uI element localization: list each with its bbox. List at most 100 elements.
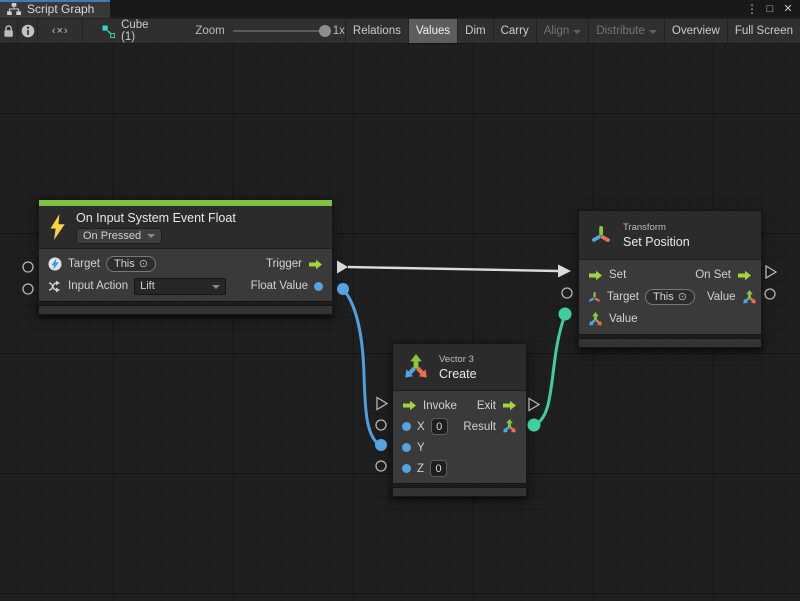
- graph-icon: [7, 3, 21, 15]
- chevron-down-icon: [649, 30, 657, 34]
- setpos-node-header[interactable]: Transform Set Position: [579, 211, 761, 259]
- overview-button[interactable]: Overview: [665, 19, 728, 43]
- tab-script-graph[interactable]: Script Graph: [0, 0, 110, 18]
- port-exit-out[interactable]: [529, 399, 539, 411]
- zoom-value: 1x: [333, 25, 345, 37]
- target-object-field[interactable]: This ⊙: [106, 256, 156, 272]
- window-menu-icon[interactable]: ⋮: [744, 1, 760, 17]
- dim-button[interactable]: Dim: [458, 19, 493, 43]
- port-row-input-action: Input Action Lift Float Value: [39, 275, 332, 297]
- zoom-label: Zoom: [195, 25, 224, 37]
- flow-arrow-icon: [402, 400, 417, 411]
- vector3-icon: [742, 290, 757, 305]
- port-row-set: Set On Set: [579, 264, 761, 286]
- edge-trigger-to-set[interactable]: [348, 267, 558, 271]
- port-event-inputaction-in[interactable]: [23, 284, 33, 294]
- node-title: Set Position: [623, 235, 690, 249]
- chevron-down-icon: [147, 234, 155, 238]
- port-row-y: Y: [393, 437, 526, 458]
- info-icon: [21, 24, 35, 38]
- distribute-button[interactable]: Distribute: [589, 19, 665, 43]
- edge-result-to-value[interactable]: [534, 315, 565, 425]
- script-graph-asset-icon: [102, 25, 115, 38]
- carry-button[interactable]: Carry: [494, 19, 537, 43]
- vec3-node-header[interactable]: Vector 3 Create: [393, 344, 526, 390]
- player-input-icon: [48, 257, 62, 271]
- chevron-down-icon: [212, 285, 220, 289]
- tab-label: Script Graph: [27, 2, 94, 16]
- vector3-icon: [588, 312, 603, 327]
- vec3-node-footer: [392, 487, 527, 497]
- target-object-field[interactable]: This ⊙: [645, 289, 695, 305]
- port-setpos-value-in[interactable]: [559, 308, 572, 321]
- node-vector3-create[interactable]: Vector 3 Create Invoke Exit: [392, 343, 527, 497]
- align-button[interactable]: Align: [537, 19, 590, 43]
- lock-icon: [3, 25, 14, 38]
- vector3-icon: [502, 419, 517, 434]
- port-row-x: X 0 Result: [393, 416, 526, 437]
- float-port-icon: [402, 443, 411, 452]
- edge-floatvalue-to-y[interactable]: [343, 289, 380, 445]
- flow-arrow-icon: [737, 270, 752, 281]
- port-floatvalue-out[interactable]: [337, 283, 349, 295]
- scope-picker-icon[interactable]: ⊙: [139, 259, 148, 270]
- node-title: On Input System Event Float: [76, 211, 236, 225]
- float-port-icon: [402, 464, 411, 473]
- node-on-input-system-event-float[interactable]: On Input System Event Float On Pressed: [38, 199, 333, 315]
- relations-button[interactable]: Relations: [346, 19, 409, 43]
- active-tab-accent: [0, 0, 110, 2]
- input-action-dropdown[interactable]: Lift: [134, 278, 226, 295]
- port-row-target: Target This ⊙ Value: [579, 286, 761, 308]
- graph-reference[interactable]: Cube (1): [102, 19, 149, 43]
- z-value-field[interactable]: 0: [430, 460, 447, 477]
- graph-toolbar: ‹×› Cube (1) Zoom 1x Relations Values Di…: [0, 18, 800, 44]
- node-title: Create: [439, 367, 477, 381]
- zoom-control: Zoom 1x: [195, 19, 345, 43]
- zoom-slider-thumb[interactable]: [319, 25, 331, 37]
- port-event-target-in[interactable]: [23, 262, 33, 272]
- fullscreen-button[interactable]: Full Screen: [728, 19, 800, 43]
- float-port-icon: [314, 282, 323, 291]
- port-value-out[interactable]: [765, 289, 775, 299]
- port-onset-out[interactable]: [766, 266, 776, 278]
- setpos-node-footer: [578, 338, 762, 348]
- code-brackets-icon: ‹×›: [52, 25, 69, 37]
- info-button[interactable]: [18, 19, 38, 43]
- transform-icon: [588, 291, 601, 304]
- flow-arrow-icon: [588, 270, 603, 281]
- event-node-footer: [38, 305, 333, 315]
- port-invoke-in[interactable]: [377, 398, 387, 410]
- window-controls: ⋮ □ ✕: [744, 0, 800, 18]
- script-graph-window: Script Graph ⋮ □ ✕ ‹×›: [0, 0, 800, 601]
- port-row-z: Z 0: [393, 458, 526, 479]
- vector3-icon: [403, 354, 429, 380]
- code-preview-button[interactable]: ‹×›: [38, 19, 83, 43]
- graph-name: Cube (1): [121, 19, 149, 43]
- port-setpos-target-in[interactable]: [562, 288, 572, 298]
- graph-canvas[interactable]: On Input System Event Float On Pressed: [0, 44, 800, 601]
- close-icon[interactable]: ✕: [780, 1, 796, 17]
- flow-arrow-icon: [502, 400, 517, 411]
- port-result-out[interactable]: [528, 419, 541, 432]
- values-button[interactable]: Values: [409, 19, 458, 43]
- port-row-invoke: Invoke Exit: [393, 395, 526, 416]
- lightning-bolt-icon: [49, 214, 66, 240]
- node-subtitle: Vector 3: [439, 354, 477, 365]
- transform-icon: [589, 223, 613, 247]
- zoom-slider[interactable]: [233, 30, 325, 32]
- scope-picker-icon[interactable]: ⊙: [678, 292, 687, 303]
- lock-button[interactable]: [0, 19, 18, 43]
- titlebar: Script Graph ⋮ □ ✕: [0, 0, 800, 18]
- maximize-icon[interactable]: □: [762, 1, 778, 17]
- port-x-in[interactable]: [376, 420, 386, 430]
- port-z-in[interactable]: [376, 461, 386, 471]
- x-value-field[interactable]: 0: [431, 418, 448, 435]
- flow-arrow-icon: [308, 259, 323, 270]
- event-node-header[interactable]: On Input System Event Float On Pressed: [39, 206, 332, 248]
- port-y-in[interactable]: [375, 439, 387, 451]
- node-subtitle: Transform: [623, 222, 690, 233]
- port-trigger-out[interactable]: [337, 261, 348, 274]
- port-row-target: Target This ⊙ Trigger: [39, 253, 332, 275]
- event-mode-dropdown[interactable]: On Pressed: [76, 228, 162, 244]
- node-transform-set-position[interactable]: Transform Set Position Set On Set: [578, 210, 762, 348]
